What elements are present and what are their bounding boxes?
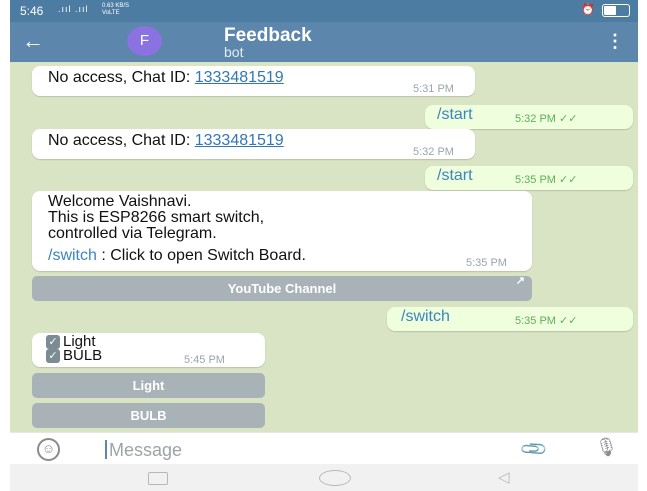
- item-label: BULB: [63, 347, 103, 365]
- youtube-button-label: YouTube Channel: [227, 281, 337, 296]
- message-line: /switch : Click to open Switch Board.: [48, 248, 306, 264]
- status-time: 5:46: [20, 4, 44, 18]
- text-cursor: [105, 440, 107, 459]
- switch-command-link[interactable]: /switch: [48, 247, 97, 264]
- message-outgoing[interactable]: /start 5:32 PM ✓✓: [425, 105, 633, 129]
- message-list[interactable]: No access, Chat ID: 1333481519 5:31 PM /…: [10, 62, 638, 432]
- message-text-prefix: No access, Chat ID:: [48, 132, 195, 149]
- back-nav-button[interactable]: ◁: [498, 468, 510, 486]
- message-input[interactable]: Message: [109, 440, 182, 461]
- emoji-icon[interactable]: ☺: [37, 438, 60, 461]
- home-button[interactable]: [319, 470, 351, 486]
- chat-header: ← F Feedback bot ⋮: [10, 22, 638, 62]
- message-text: ✓ Light ✓ BULB: [46, 334, 103, 365]
- message-text: /start: [437, 106, 473, 123]
- system-nav-bar: ◁: [10, 464, 638, 491]
- message-time: 5:35 PM ✓✓: [515, 315, 578, 327]
- message-time-text: 5:35 PM: [515, 315, 556, 327]
- back-arrow-icon[interactable]: ←: [22, 28, 44, 54]
- chat-id-link[interactable]: 1333481519: [195, 69, 284, 86]
- message-input-bar: ☺ Message 📎 🎙: [10, 432, 638, 465]
- avatar[interactable]: F: [127, 26, 162, 56]
- bulb-button[interactable]: BULB: [32, 403, 265, 428]
- message-time: 5:35 PM ✓✓: [515, 174, 578, 186]
- message-incoming[interactable]: No access, Chat ID: 1333481519 5:32 PM: [32, 129, 475, 159]
- message-incoming[interactable]: Welcome Vaishnavi. This is ESP8266 smart…: [32, 191, 532, 271]
- message-time: 5:32 PM ✓✓: [515, 113, 578, 125]
- message-line: This is ESP8266 smart switch,: [48, 209, 265, 226]
- microphone-icon[interactable]: 🎙: [595, 437, 618, 458]
- message-time: 5:32 PM: [413, 146, 454, 158]
- message-incoming[interactable]: No access, Chat ID: 1333481519 5:31 PM: [32, 66, 475, 96]
- battery-icon: [602, 3, 630, 17]
- signal-icon: .ııl .ııl: [58, 4, 89, 14]
- chat-subtitle: bot: [224, 44, 244, 60]
- message-time-text: 5:35 PM: [515, 174, 556, 186]
- more-menu-icon[interactable]: ⋮: [606, 31, 624, 52]
- message-incoming[interactable]: ✓ Light ✓ BULB 5:45 PM: [32, 333, 265, 367]
- external-link-icon: ↗: [515, 275, 525, 287]
- checkmark-icon: ✓: [46, 349, 60, 364]
- command-desc: : Click to open Switch Board.: [96, 247, 306, 264]
- message-time: 5:35 PM: [466, 257, 507, 269]
- attach-icon[interactable]: 📎: [519, 434, 550, 465]
- alarm-icon: ⏰: [581, 4, 595, 16]
- light-button[interactable]: Light: [32, 373, 265, 398]
- message-outgoing[interactable]: /start 5:35 PM ✓✓: [425, 166, 633, 190]
- message-time: 5:45 PM: [184, 354, 225, 366]
- message-outgoing[interactable]: /switch 5:35 PM ✓✓: [387, 307, 633, 331]
- youtube-channel-button[interactable]: YouTube Channel ↗: [32, 275, 532, 301]
- message-line: Welcome Vaishnavi.: [48, 193, 192, 210]
- message-time: 5:31 PM: [413, 83, 454, 95]
- checkmark-icon: ✓: [46, 335, 60, 350]
- recent-apps-button[interactable]: [148, 472, 168, 485]
- network-type-text: VoLTE: [102, 10, 120, 16]
- message-line: controlled via Telegram.: [48, 225, 217, 242]
- status-right-icons: ⏰: [581, 3, 630, 17]
- status-bar: 5:46 .ııl .ııl 0.63 KB/S VoLTE ⏰: [10, 0, 638, 22]
- message-text: Welcome Vaishnavi. This is ESP8266 smart…: [48, 194, 306, 264]
- message-text-prefix: No access, Chat ID:: [48, 69, 195, 86]
- phone-screen: 5:46 .ııl .ııl 0.63 KB/S VoLTE ⏰ ← F Fee…: [10, 0, 638, 491]
- message-text: No access, Chat ID: 1333481519: [48, 132, 284, 150]
- battery-fill: [604, 5, 616, 15]
- network-speed-text: 0.63 KB/S: [102, 3, 130, 9]
- chat-id-link[interactable]: 1333481519: [195, 132, 284, 149]
- list-item: ✓ BULB: [46, 347, 103, 365]
- message-text: /start: [437, 167, 473, 184]
- message-text: No access, Chat ID: 1333481519: [48, 69, 284, 87]
- message-time-text: 5:32 PM: [515, 113, 556, 125]
- message-text: /switch: [401, 308, 450, 325]
- network-speed: 0.63 KB/S VoLTE: [102, 3, 129, 17]
